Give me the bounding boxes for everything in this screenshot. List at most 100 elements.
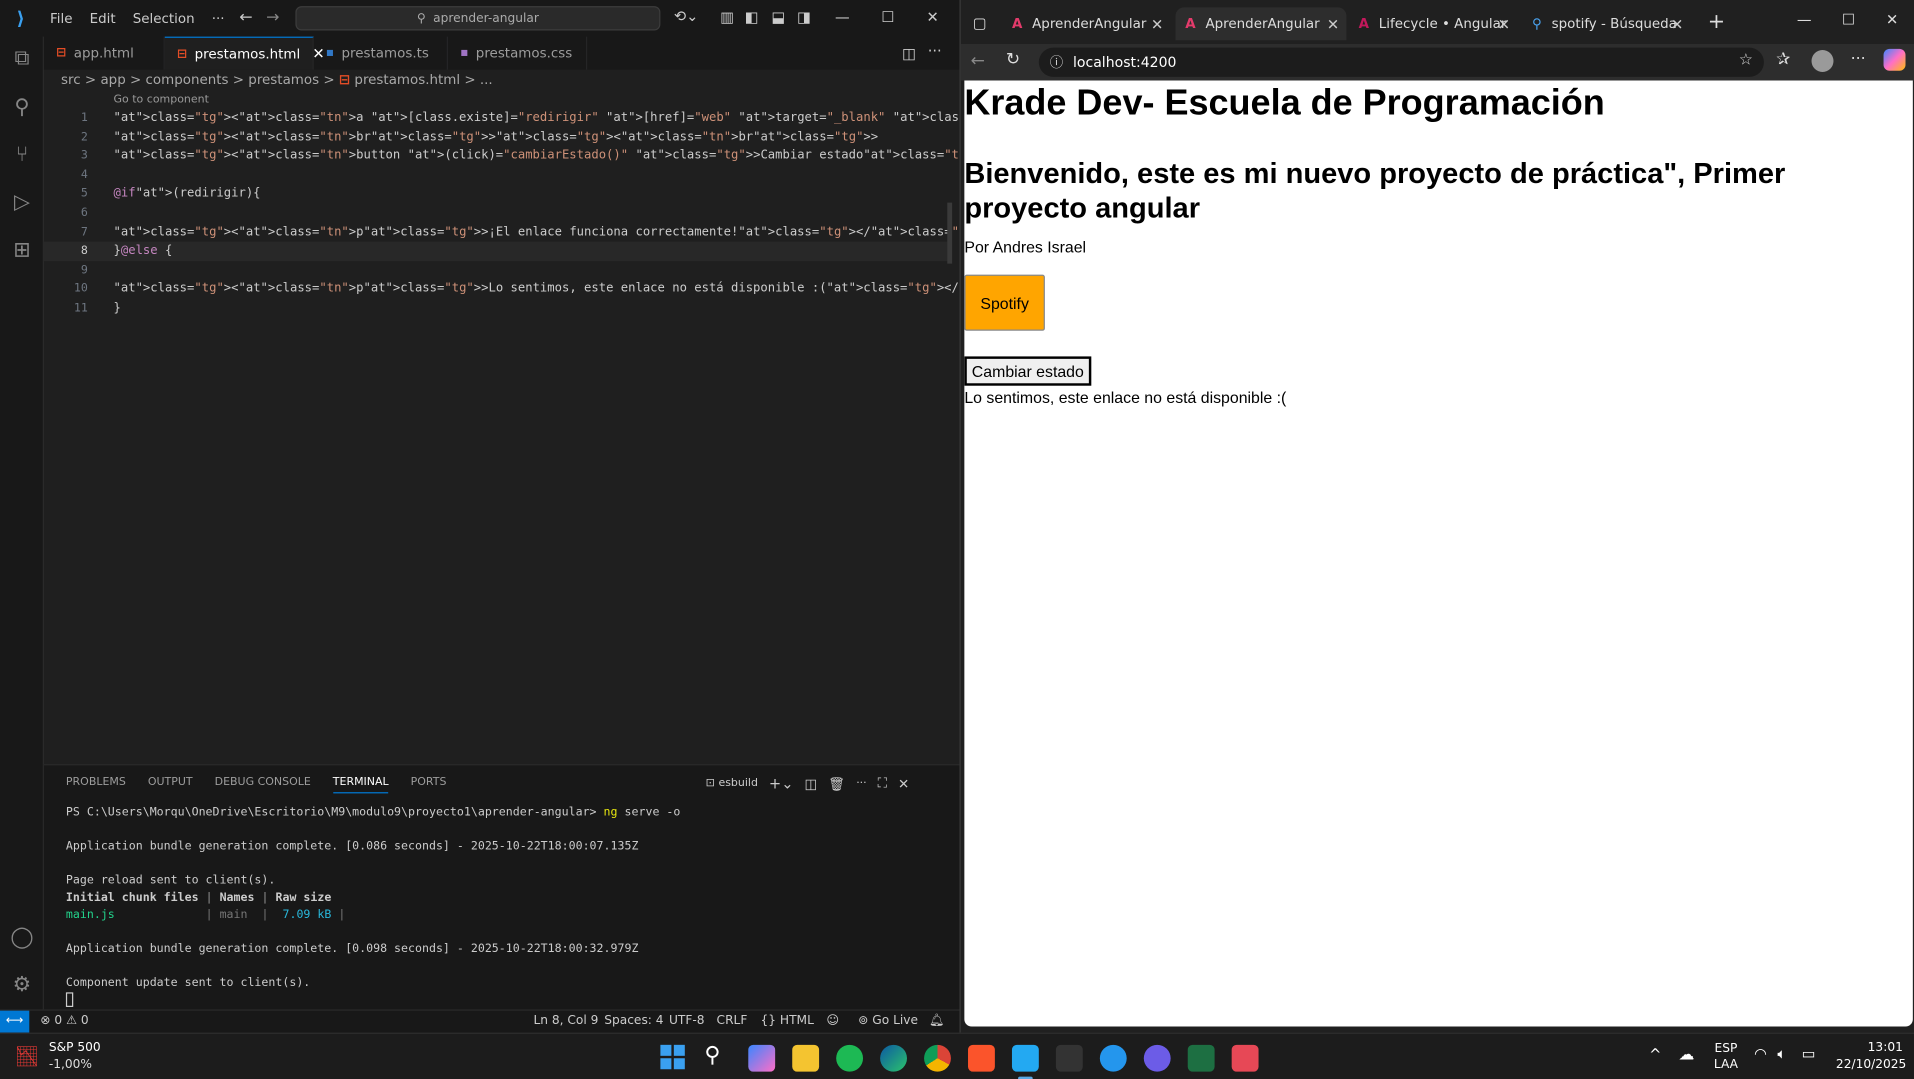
- tab-ports[interactable]: PORTS: [411, 776, 447, 793]
- vscode-app-icon[interactable]: [1011, 1044, 1039, 1072]
- cambiar-estado-button[interactable]: Cambiar estado: [964, 356, 1092, 386]
- maximize-icon[interactable]: ☐: [1842, 11, 1855, 28]
- close-panel-icon[interactable]: ✕: [898, 776, 909, 792]
- minimize-icon[interactable]: —: [1797, 11, 1812, 28]
- language-indicator[interactable]: ESP LAA: [1714, 1041, 1738, 1073]
- tab-problems[interactable]: PROBLEMS: [66, 776, 126, 793]
- stock-chart-icon[interactable]: 📉︎: [15, 1045, 40, 1068]
- more-menu-icon[interactable]: ···: [1851, 50, 1866, 68]
- terminal-output[interactable]: PS C:\Users\Morqu\OneDrive\Escritorio\M9…: [65, 804, 680, 1009]
- gear-icon[interactable]: ⚙: [10, 973, 34, 997]
- tab-actions-icon[interactable]: ▢: [973, 15, 987, 32]
- search-icon[interactable]: ⚲: [704, 1042, 720, 1068]
- tab-debug-console[interactable]: DEBUG CONSOLE: [215, 776, 311, 793]
- maximize-icon[interactable]: ☐: [881, 9, 894, 26]
- profile-avatar[interactable]: [1811, 50, 1834, 73]
- code-line[interactable]: 8}@else {: [43, 241, 948, 261]
- split-editor-icon[interactable]: ◫: [902, 45, 916, 62]
- back-arrow-icon[interactable]: ←: [239, 9, 252, 27]
- code-line[interactable]: 2 "at">class="tg"><"at">class="tn">br"at"…: [44, 128, 947, 147]
- code-line[interactable]: 1 "at">class="tg"><"at">class="tn">a "at"…: [44, 109, 1657, 128]
- tab-app-html[interactable]: ⊟ app.html: [44, 36, 165, 70]
- close-tab-icon[interactable]: ✕: [1327, 15, 1339, 32]
- language-mode[interactable]: {} HTML: [760, 1014, 813, 1027]
- more-actions-icon[interactable]: ···: [928, 43, 942, 60]
- onedrive-icon[interactable]: ☁: [1678, 1046, 1694, 1064]
- favorites-icon[interactable]: ✰: [1776, 50, 1790, 70]
- terminal-name[interactable]: esbuild: [718, 778, 758, 790]
- code-line[interactable]: 5 @if"at">(redirigir){: [44, 185, 947, 204]
- minimize-icon[interactable]: —: [835, 9, 850, 26]
- code-editor[interactable]: 1 "at">class="tg"><"at">class="tn">a "at"…: [43, 109, 1657, 318]
- docker-icon[interactable]: [1099, 1044, 1127, 1072]
- code-line[interactable]: 11}: [44, 299, 947, 318]
- windows-start-icon[interactable]: [660, 1044, 685, 1070]
- indentation[interactable]: Spaces: 4: [604, 1014, 663, 1027]
- tab-prestamos-html[interactable]: ⊟ prestamos.html ✕: [164, 36, 325, 70]
- breadcrumb-item[interactable]: app: [100, 72, 125, 88]
- stock-name[interactable]: S&P 500: [49, 1041, 101, 1054]
- brave-icon[interactable]: [968, 1044, 995, 1072]
- extensions-icon[interactable]: ⊞: [10, 238, 34, 262]
- cursor-position[interactable]: Ln 8, Col 9: [533, 1014, 598, 1027]
- menu-selection[interactable]: Selection: [124, 10, 203, 26]
- spotify-link-button[interactable]: Spotify: [964, 274, 1045, 331]
- panel-toggle-icon[interactable]: ⬓: [771, 9, 785, 26]
- code-line[interactable]: 4: [44, 166, 947, 185]
- browser-tab-2[interactable]: A AprenderAngular ✕: [1175, 7, 1347, 41]
- menu-more[interactable]: ···: [203, 10, 233, 26]
- maximize-panel-icon[interactable]: ⛶: [878, 775, 887, 792]
- forward-arrow-icon[interactable]: →: [266, 9, 279, 27]
- wifi-icon[interactable]: ◠: [1754, 1045, 1767, 1062]
- copilot-icon[interactable]: ⟲⌄: [674, 7, 699, 24]
- file-explorer-icon[interactable]: [792, 1044, 820, 1072]
- explorer-icon[interactable]: ⧉: [10, 46, 34, 70]
- remote-indicator[interactable]: ⟷: [0, 1010, 30, 1033]
- tab-prestamos-css[interactable]: ▪ prestamos.css: [448, 36, 588, 70]
- breadcrumb-item[interactable]: prestamos: [248, 72, 319, 88]
- go-live[interactable]: ⊚ Go Live: [858, 1014, 918, 1027]
- breadcrumb-item[interactable]: prestamos.html: [354, 72, 460, 88]
- excel-icon[interactable]: [1187, 1044, 1215, 1072]
- tab-terminal[interactable]: TERMINAL: [332, 776, 389, 794]
- chrome-icon[interactable]: [924, 1044, 951, 1072]
- minimap-scrollbar[interactable]: [947, 202, 953, 264]
- battery-icon[interactable]: ▭: [1802, 1045, 1816, 1062]
- menu-edit[interactable]: Edit: [81, 10, 124, 26]
- terminal-app-icon[interactable]: [1055, 1044, 1083, 1072]
- volume-icon[interactable]: 🔈︎: [1777, 1045, 1786, 1063]
- end-of-line[interactable]: CRLF: [717, 1014, 748, 1027]
- chevron-up-icon[interactable]: ^: [1649, 1046, 1661, 1063]
- breadcrumb-item[interactable]: components: [146, 72, 229, 88]
- back-arrow-icon[interactable]: ←: [970, 51, 984, 71]
- code-line[interactable]: 6: [44, 204, 947, 223]
- spotify-app-icon[interactable]: [836, 1044, 864, 1072]
- snipping-tool-icon[interactable]: [1231, 1044, 1259, 1072]
- layout-toggle-icon[interactable]: ▥: [720, 9, 734, 26]
- trash-icon[interactable]: 🗑: [828, 776, 845, 792]
- close-icon[interactable]: ✕: [927, 9, 939, 26]
- code-line[interactable]: 7 "at">class="tg"><"at">class="tn">p"at">…: [44, 223, 1121, 242]
- copilot-status-icon[interactable]: ☺: [826, 1014, 839, 1027]
- close-tab-icon[interactable]: ✕: [1151, 15, 1163, 32]
- encoding[interactable]: UTF-8: [669, 1014, 705, 1027]
- address-bar[interactable]: ⓘ localhost:4200 ☆: [1038, 47, 1764, 77]
- sidebar-toggle-icon[interactable]: ◧: [745, 9, 759, 26]
- browser-tab-3[interactable]: A Lifecycle • Angular ✕: [1349, 7, 1517, 40]
- reload-icon[interactable]: ↻: [1006, 50, 1020, 70]
- copilot-app-icon[interactable]: [748, 1044, 776, 1072]
- new-tab-icon[interactable]: +: [1708, 10, 1725, 34]
- more-actions-icon[interactable]: ···: [856, 778, 866, 790]
- close-tab-icon[interactable]: ✕: [1498, 15, 1510, 32]
- favorite-star-icon[interactable]: ☆: [1739, 51, 1753, 69]
- source-control-icon[interactable]: ⑂: [10, 143, 34, 167]
- obs-icon[interactable]: [1143, 1044, 1171, 1072]
- edge-icon[interactable]: [880, 1044, 907, 1072]
- tab-prestamos-ts[interactable]: ▪ prestamos.ts: [314, 36, 448, 70]
- clock-date[interactable]: 22/10/2025: [1836, 1058, 1906, 1071]
- clock-time[interactable]: 13:01: [1868, 1041, 1903, 1054]
- codelens-go-to-component[interactable]: Go to component: [114, 94, 209, 106]
- close-tab-icon[interactable]: ✕: [1671, 15, 1683, 32]
- code-line[interactable]: 9: [44, 261, 947, 280]
- split-terminal-icon[interactable]: ◫: [804, 776, 817, 792]
